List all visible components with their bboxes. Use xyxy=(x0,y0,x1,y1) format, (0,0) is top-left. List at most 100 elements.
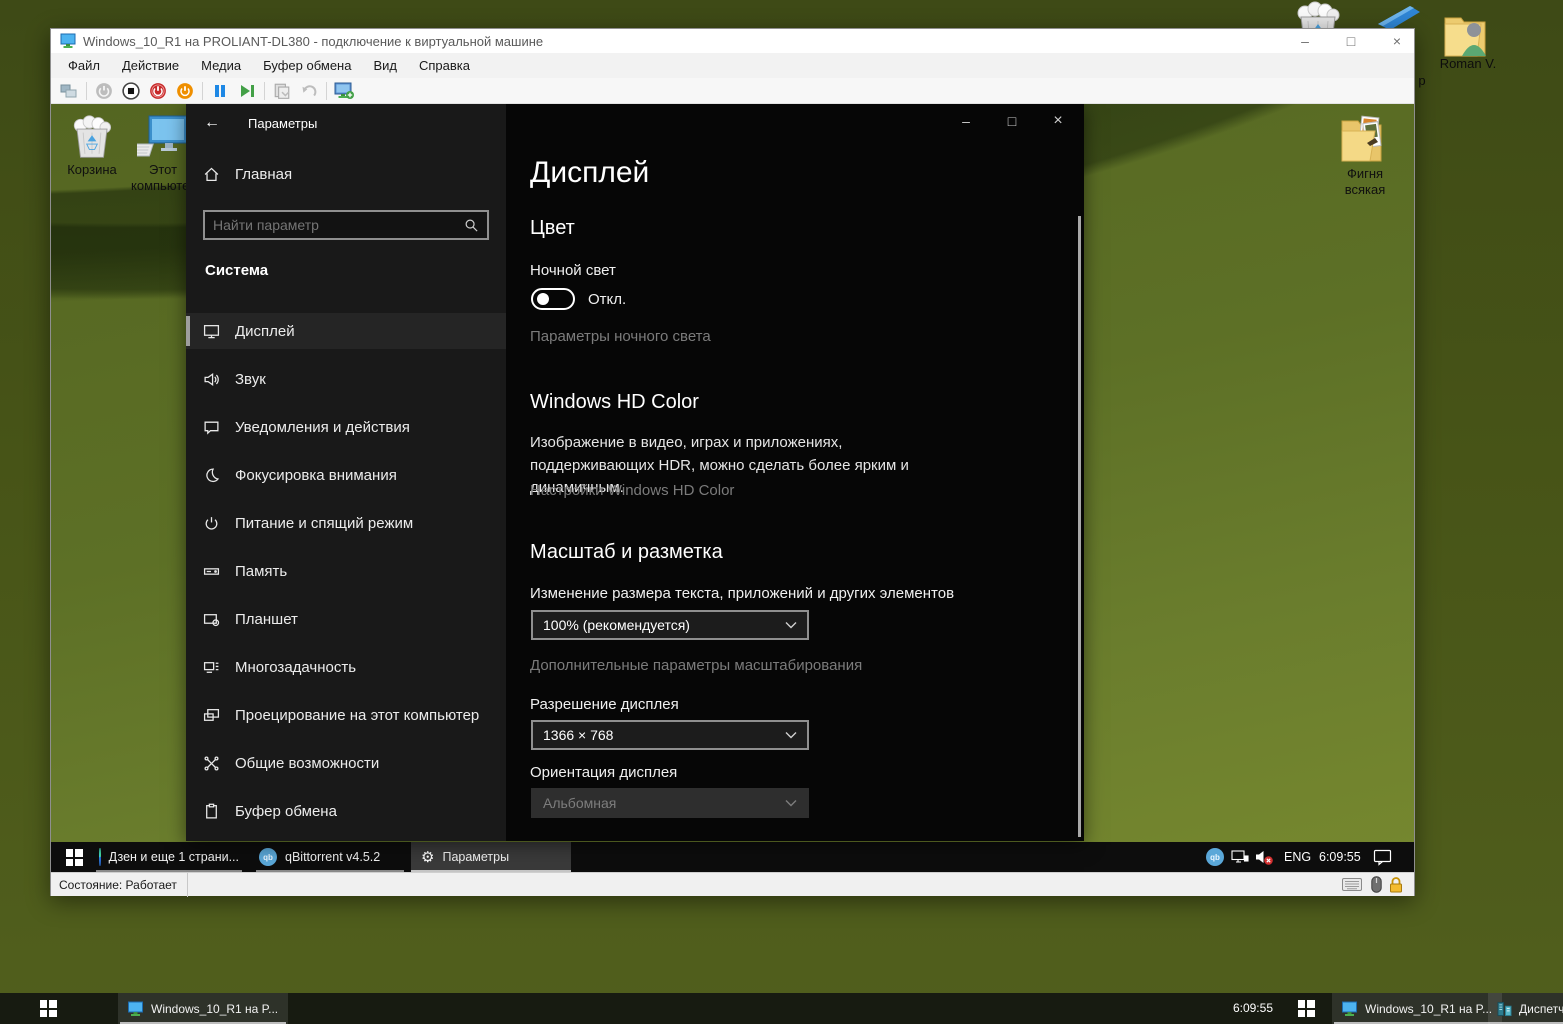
settings-close-button[interactable]: × xyxy=(1046,110,1070,132)
tray-network-icon[interactable] xyxy=(1231,849,1249,865)
menu-help[interactable]: Справка xyxy=(408,53,481,78)
vm-toolbar xyxy=(51,78,1414,104)
vm-close-button[interactable]: × xyxy=(1380,29,1414,53)
vm-this-pc-icon[interactable] xyxy=(137,114,189,162)
vm-task-settings[interactable]: ⚙ Параметры xyxy=(411,842,571,872)
vm-minimize-button[interactable]: – xyxy=(1288,29,1322,53)
pause-button[interactable] xyxy=(210,81,230,101)
sidebar-item-sound[interactable]: Звук xyxy=(186,361,506,397)
multitasking-icon xyxy=(203,659,220,676)
sidebar-item-focus-assist[interactable]: Фокусировка внимания xyxy=(186,457,506,493)
hidden-icon-label-fragment: р xyxy=(1416,73,1428,88)
save-state-button[interactable] xyxy=(175,81,195,101)
checkpoint-button[interactable] xyxy=(272,81,292,101)
back-arrow-icon[interactable]: ← xyxy=(204,114,220,132)
host-start-button[interactable] xyxy=(20,993,76,1024)
power-icon xyxy=(203,515,220,532)
sidebar-item-notifications[interactable]: Уведомления и действия xyxy=(186,409,506,445)
host-user-folder-icon[interactable] xyxy=(1441,10,1493,58)
home-icon xyxy=(203,166,220,183)
sidebar-section-title: Система xyxy=(205,262,268,279)
search-icon[interactable] xyxy=(464,218,479,233)
settings-maximize-button[interactable]: □ xyxy=(1000,110,1024,132)
menu-view[interactable]: Вид xyxy=(362,53,408,78)
ctrl-alt-del-button[interactable] xyxy=(59,81,79,101)
gear-icon: ⚙ xyxy=(421,850,434,865)
sidebar-item-display[interactable]: Дисплей xyxy=(186,313,506,349)
vm-taskbar: Дзен и еще 1 страни... qb qBittorrent v4… xyxy=(51,842,1414,872)
sidebar-item-storage[interactable]: Память xyxy=(186,553,506,589)
settings-scrollbar[interactable] xyxy=(1078,216,1081,837)
vm-connect-window: Windows_10_R1 на PROLIANT-DL380 - подклю… xyxy=(50,28,1415,896)
toolbar-separator xyxy=(202,82,203,100)
menu-action[interactable]: Действие xyxy=(111,53,190,78)
scale-dropdown[interactable]: 100% (рекомендуется) xyxy=(531,610,809,640)
reset-button[interactable] xyxy=(237,81,257,101)
qbittorrent-icon: qb xyxy=(259,848,277,866)
hdr-settings-link[interactable]: Настройки Windows HD Color xyxy=(530,482,734,499)
tray-qbittorrent-icon[interactable]: qb xyxy=(1206,848,1224,866)
hyperv-manager-icon xyxy=(1497,1001,1512,1017)
resolution-dropdown[interactable]: 1366 × 768 xyxy=(531,720,809,750)
menu-media[interactable]: Медиа xyxy=(190,53,252,78)
enhanced-session-button[interactable] xyxy=(334,81,354,101)
tray-clock[interactable]: 6:09:55 xyxy=(1319,842,1361,872)
host-clock[interactable]: 6:09:55 xyxy=(1195,993,1273,1024)
scale-section-heading: Масштаб и разметка xyxy=(530,541,723,564)
action-center-icon[interactable] xyxy=(1373,849,1392,866)
host-task-hyperv-manager[interactable]: Диспетчер xyxy=(1488,993,1563,1024)
settings-search-box[interactable] xyxy=(203,210,489,240)
turn-off-button[interactable] xyxy=(121,81,141,101)
vm-recycle-bin-icon[interactable] xyxy=(69,113,115,161)
menu-clipboard[interactable]: Буфер обмена xyxy=(252,53,362,78)
settings-minimize-button[interactable]: – xyxy=(954,110,978,132)
shared-experiences-icon xyxy=(203,755,220,772)
moon-icon xyxy=(203,467,220,484)
hdr-section-heading: Windows HD Color xyxy=(530,391,699,414)
vm-pictures-folder-icon[interactable] xyxy=(1339,113,1389,167)
vm-maximize-button[interactable]: □ xyxy=(1334,29,1368,53)
vmconnect-app-icon xyxy=(60,33,76,49)
vm-pictures-folder-label[interactable]: Фигня всякая xyxy=(1333,166,1397,198)
mouse-status-icon xyxy=(1371,876,1382,893)
night-light-settings-link[interactable]: Параметры ночного света xyxy=(530,328,711,345)
vm-menubar: Файл Действие Медиа Буфер обмена Вид Спр… xyxy=(51,53,1414,78)
sidebar-home-label: Главная xyxy=(235,166,292,183)
storage-icon xyxy=(203,563,220,580)
tray-volume-muted-icon[interactable] xyxy=(1254,848,1274,866)
host-blue-folder-icon[interactable] xyxy=(1378,4,1422,30)
revert-button[interactable] xyxy=(299,81,319,101)
shutdown-button[interactable] xyxy=(148,81,168,101)
host-start-button-2[interactable] xyxy=(1283,993,1329,1024)
page-title: Дисплей xyxy=(530,156,649,190)
vm-window-title: Windows_10_R1 на PROLIANT-DL380 - подклю… xyxy=(83,34,543,49)
menu-file[interactable]: Файл xyxy=(57,53,111,78)
toolbar-separator xyxy=(264,82,265,100)
vm-task-qbittorrent[interactable]: qb qBittorrent v4.5.2 xyxy=(249,842,411,872)
host-task-vmconnect-2[interactable]: Windows_10_R1 на P... xyxy=(1332,993,1502,1024)
projecting-icon xyxy=(203,707,220,724)
sidebar-item-home[interactable]: Главная xyxy=(203,166,292,183)
sidebar-item-multitasking[interactable]: Многозадачность xyxy=(186,649,506,685)
sidebar-item-shared-experiences[interactable]: Общие возможности xyxy=(186,745,506,781)
lock-status-icon xyxy=(1388,876,1404,893)
vm-window-titlebar[interactable]: Windows_10_R1 на PROLIANT-DL380 - подклю… xyxy=(51,29,1414,53)
sidebar-item-projecting[interactable]: Проецирование на этот компьютер xyxy=(186,697,506,733)
settings-header: Параметры xyxy=(248,116,317,131)
vm-task-edge[interactable]: Дзен и еще 1 страни... xyxy=(89,842,249,872)
sidebar-item-power-sleep[interactable]: Питание и спящий режим xyxy=(186,505,506,541)
sidebar-item-clipboard[interactable]: Буфер обмена xyxy=(186,793,506,829)
search-input[interactable] xyxy=(205,217,464,233)
scale-label: Изменение размера текста, приложений и д… xyxy=(530,585,954,602)
vm-recycle-bin-label[interactable]: Корзина xyxy=(61,162,123,178)
keyboard-status-icon xyxy=(1342,878,1362,891)
advanced-scaling-link[interactable]: Дополнительные параметры масштабирования xyxy=(530,657,862,674)
tray-language[interactable]: ENG xyxy=(1284,842,1311,872)
vmconnect-task-icon xyxy=(127,1001,144,1017)
host-task-vmconnect[interactable]: Windows_10_R1 на P... xyxy=(118,993,288,1024)
start-vm-button[interactable] xyxy=(94,81,114,101)
host-taskbar: Windows_10_R1 на P... 6:09:55 Windows_10… xyxy=(0,993,1563,1024)
sidebar-item-tablet[interactable]: Планшет xyxy=(186,601,506,637)
host-user-folder-label[interactable]: Roman V. xyxy=(1418,56,1518,71)
night-light-toggle[interactable] xyxy=(531,288,575,310)
